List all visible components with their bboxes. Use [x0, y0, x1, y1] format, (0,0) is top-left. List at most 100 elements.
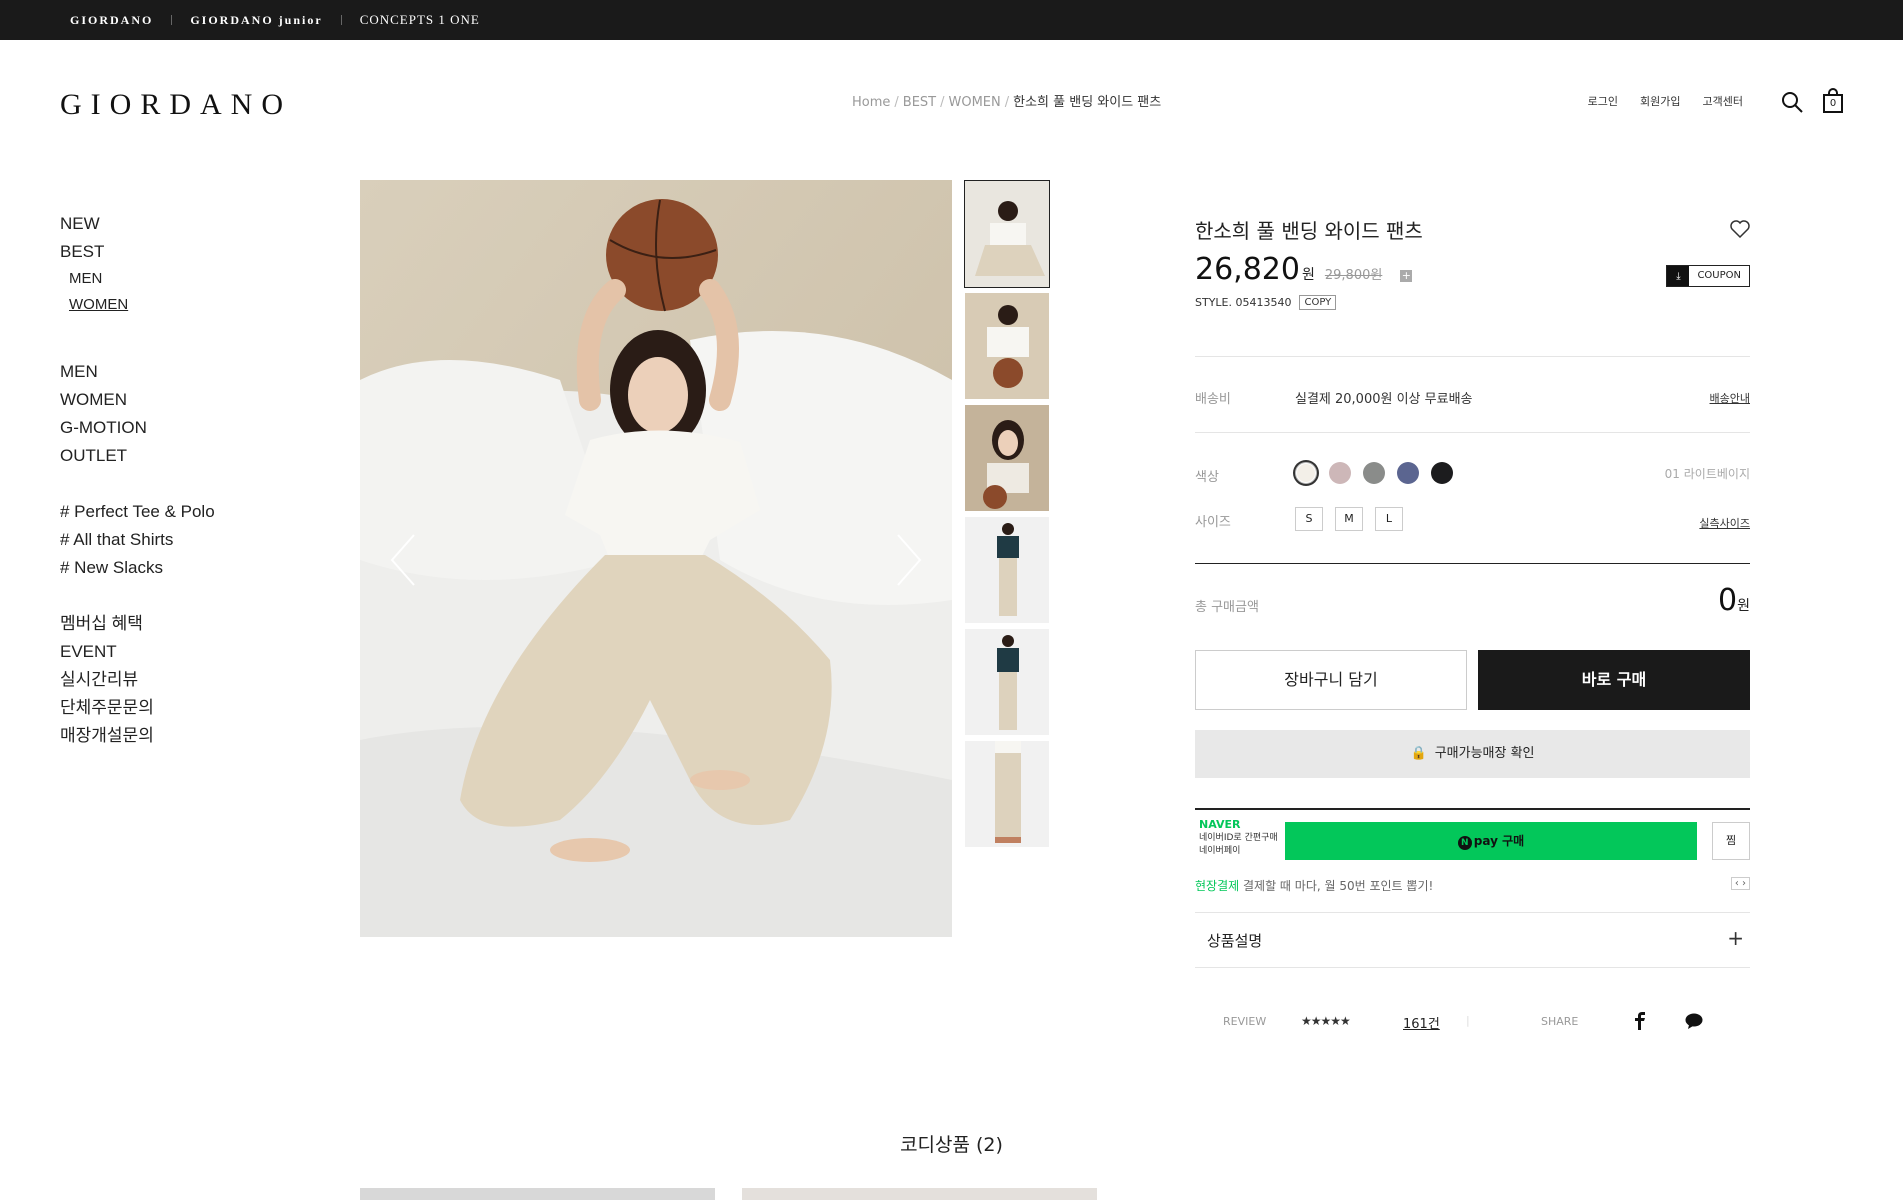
naver-pay-button[interactable]: Npay 구매: [1285, 822, 1697, 860]
price-block: 26,820 원 29,800원 +: [1195, 252, 1413, 287]
cart-count: 0: [1829, 98, 1837, 109]
facebook-icon[interactable]: [1633, 1012, 1647, 1030]
color-swatch-1[interactable]: [1295, 462, 1317, 484]
naver-logo: NAVER: [1199, 818, 1241, 831]
review-count-link[interactable]: 161건: [1403, 1013, 1440, 1032]
thumbnail-4[interactable]: [964, 516, 1050, 624]
divider: [1195, 432, 1750, 433]
divider: [171, 15, 173, 25]
site-logo[interactable]: GIORDANO: [60, 88, 292, 122]
nav-best[interactable]: BEST: [60, 238, 320, 266]
add-to-cart-button[interactable]: 장바구니 담기: [1195, 650, 1467, 710]
naver-pay-text-line1: 네이버ID로 간편구매: [1199, 833, 1278, 843]
nav-women[interactable]: WOMEN: [60, 386, 320, 414]
sale-price: 26,820: [1195, 252, 1300, 287]
nav-tag-shirts[interactable]: # All that Shirts: [60, 526, 320, 554]
search-icon[interactable]: [1780, 90, 1804, 114]
breadcrumb-current: 한소희 풀 밴딩 와이드 팬츠: [1013, 95, 1162, 110]
nav-store-open[interactable]: 매장개설문의: [60, 722, 320, 750]
next-image-arrow-icon[interactable]: [888, 530, 928, 590]
total-value: 0: [1718, 583, 1738, 618]
brand-link-giordano[interactable]: GIORDANO: [70, 13, 153, 28]
store-availability-label: 구매가능매장 확인: [1434, 746, 1535, 761]
price-detail-plus-icon[interactable]: +: [1400, 270, 1413, 282]
nav-membership[interactable]: 멤버십 혜택: [60, 610, 320, 638]
copy-button[interactable]: COPY: [1299, 295, 1337, 310]
total-unit: 원: [1737, 598, 1750, 614]
store-availability-button[interactable]: 🔒 구매가능매장 확인: [1195, 730, 1750, 778]
nav-outlet[interactable]: OUTLET: [60, 442, 320, 470]
nav-event[interactable]: EVENT: [60, 638, 320, 666]
breadcrumb-women[interactable]: WOMEN: [949, 95, 1001, 110]
utility-links: 로그인 회원가입 고객센터: [1588, 93, 1743, 109]
coordinated-product-image-1[interactable]: [360, 1188, 715, 1200]
nav-tag-slacks[interactable]: # New Slacks: [60, 554, 320, 582]
divider: |: [1466, 1014, 1470, 1027]
product-title: 한소희 풀 밴딩 와이드 팬츠: [1195, 219, 1423, 243]
style-code-row: STYLE. 05413540 COPY: [1195, 295, 1337, 310]
description-title: 상품설명: [1207, 932, 1263, 950]
naver-pay-text: 네이버ID로 간편구매 네이버페이: [1199, 832, 1278, 858]
naver-pay-text-line2: 네이버페이: [1199, 846, 1241, 856]
divider: [1195, 356, 1750, 357]
thumbnail-6[interactable]: [964, 740, 1050, 848]
color-swatches: [1295, 462, 1453, 484]
naver-n-icon: N: [1457, 836, 1472, 850]
color-swatch-2[interactable]: [1329, 462, 1351, 484]
product-main-image: [360, 180, 952, 937]
breadcrumb-best[interactable]: BEST: [903, 95, 936, 110]
review-share-row: REVIEW ★★★★★ 161건 | SHARE: [1223, 1010, 1723, 1036]
wishlist-heart-icon[interactable]: [1730, 220, 1750, 238]
size-option-m[interactable]: M: [1335, 507, 1363, 531]
nav-g-motion[interactable]: G-MOTION: [60, 414, 320, 442]
coupon-label: COUPON: [1697, 270, 1741, 281]
thumbnail-3[interactable]: [964, 404, 1050, 512]
shipping-info-link[interactable]: 배송안내: [1710, 390, 1750, 406]
total-label: 총 구매금액: [1195, 600, 1259, 615]
color-swatch-5[interactable]: [1431, 462, 1453, 484]
naver-zzim-button[interactable]: 찜: [1712, 822, 1750, 860]
nav-best-women[interactable]: WOMEN: [60, 292, 320, 318]
nav-tag-perfect-tee[interactable]: # Perfect Tee & Polo: [60, 498, 320, 526]
size-option-l[interactable]: L: [1375, 507, 1403, 531]
nav-men[interactable]: MEN: [60, 358, 320, 386]
size-options: S M L: [1295, 507, 1403, 531]
nav-live-review[interactable]: 실시간리뷰: [60, 666, 320, 694]
thumbnail-1[interactable]: [964, 180, 1050, 288]
style-code: STYLE. 05413540: [1195, 296, 1292, 309]
divider: [1195, 563, 1750, 564]
size-chart-link[interactable]: 실측사이즈: [1699, 515, 1750, 531]
left-nav: NEW BEST MEN WOMEN MEN WOMEN G-MOTION OU…: [60, 210, 320, 750]
product-description-accordion[interactable]: 상품설명 +: [1195, 912, 1750, 968]
brand-link-concepts-one[interactable]: CONCEPTS 1 ONE: [360, 12, 480, 28]
thumbnail-2[interactable]: [964, 292, 1050, 400]
thumbnail-list: [964, 180, 1052, 852]
expand-plus-icon: +: [1727, 926, 1744, 950]
kakaotalk-icon[interactable]: [1685, 1013, 1703, 1029]
review-stars: ★★★★★: [1301, 1014, 1351, 1028]
naver-pay-box: NAVER 네이버ID로 간편구매 네이버페이 Npay 구매 찜: [1195, 808, 1750, 868]
breadcrumb-home[interactable]: Home: [852, 95, 890, 110]
login-link[interactable]: 로그인: [1588, 93, 1618, 109]
nav-group-order[interactable]: 단체주문문의: [60, 694, 320, 722]
color-swatch-3[interactable]: [1363, 462, 1385, 484]
color-label: 색상: [1195, 470, 1219, 485]
price-unit: 원: [1301, 267, 1315, 283]
promo-pager-arrows-icon[interactable]: ‹ ›: [1730, 877, 1750, 890]
lock-icon: 🔒: [1410, 746, 1427, 761]
buy-now-button[interactable]: 바로 구매: [1478, 650, 1750, 710]
size-option-s[interactable]: S: [1295, 507, 1323, 531]
coordinated-product-image-2[interactable]: [742, 1188, 1097, 1200]
color-swatch-4[interactable]: [1397, 462, 1419, 484]
naver-promo-text: 결제할 때 마다, 월 50번 포인트 뽑기!: [1243, 879, 1434, 893]
thumbnail-5[interactable]: [964, 628, 1050, 736]
nav-new[interactable]: NEW: [60, 210, 320, 238]
coupon-button[interactable]: ⤓ COUPON: [1666, 265, 1750, 287]
customer-center-link[interactable]: 고객센터: [1703, 93, 1743, 109]
brand-link-giordano-junior[interactable]: GIORDANO junior: [190, 13, 322, 28]
signup-link[interactable]: 회원가입: [1640, 93, 1680, 109]
cart-icon[interactable]: 0: [1822, 88, 1844, 114]
nav-best-men[interactable]: MEN: [60, 266, 320, 292]
prev-image-arrow-icon[interactable]: [384, 530, 424, 590]
selected-color-name: 01 라이트베이지: [1664, 467, 1750, 481]
